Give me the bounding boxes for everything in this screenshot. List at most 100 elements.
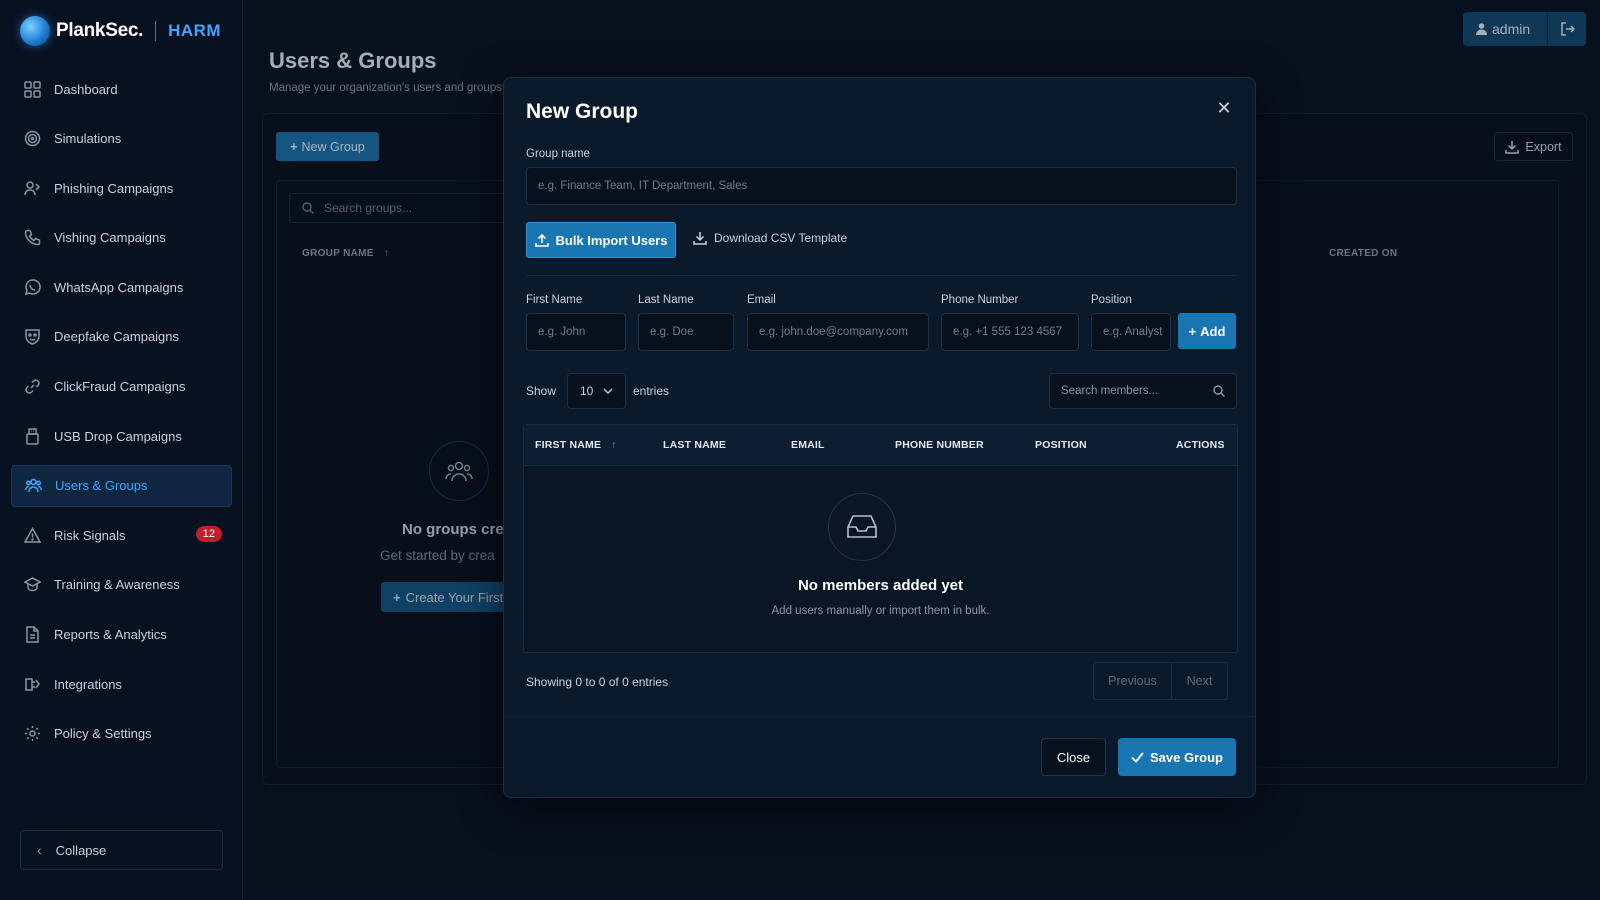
- bulk-import-label: Bulk Import Users: [555, 232, 668, 248]
- phone-number-field[interactable]: e.g. +1 555 123 4567: [941, 313, 1079, 351]
- sidebar-item-label: Vishing Campaigns: [54, 230, 166, 246]
- sidebar-item-label: Integrations: [54, 676, 122, 692]
- sidebar-item-users-groups[interactable]: Users & Groups: [11, 464, 232, 507]
- product-name: HARM: [168, 21, 222, 40]
- bulk-import-button[interactable]: Bulk Import Users: [526, 222, 676, 258]
- download-icon: [693, 231, 707, 245]
- sidebar-item-label: Reports & Analytics: [54, 627, 167, 643]
- first-name-field[interactable]: e.g. John: [526, 313, 626, 351]
- save-group-button[interactable]: Save Group: [1118, 738, 1236, 776]
- column-header-first-name[interactable]: FIRST NAME ↑: [535, 439, 617, 451]
- search-icon: [1213, 385, 1225, 397]
- plus-icon: +: [1188, 323, 1197, 339]
- sidebar-nav: Dashboard Simulations Phishing Campaigns…: [11, 68, 232, 762]
- page-size-select[interactable]: 10: [567, 373, 626, 409]
- link-icon: [23, 378, 41, 396]
- phishing-icon: [23, 179, 41, 197]
- sidebar-item-label: Dashboard: [54, 81, 118, 97]
- brand-logo[interactable]: PlankSec. HARM: [20, 15, 221, 47]
- add-member-button[interactable]: + Add: [1178, 313, 1236, 349]
- sidebar-item-label: WhatsApp Campaigns: [54, 279, 184, 295]
- email-field[interactable]: e.g. john.doe@company.com: [747, 313, 929, 351]
- dashboard-icon: [23, 80, 41, 98]
- inbox-icon: [828, 493, 896, 561]
- download-csv-label: Download CSV Template: [714, 231, 848, 245]
- integrations-icon: [23, 675, 41, 693]
- deepfake-icon: [23, 328, 41, 346]
- sidebar-item-label: Policy & Settings: [54, 726, 152, 742]
- sidebar-item-phishing[interactable]: Phishing Campaigns: [11, 167, 232, 209]
- usb-icon: [23, 427, 41, 445]
- sidebar-item-policy-settings[interactable]: Policy & Settings: [11, 713, 232, 755]
- phone-number-label: Phone Number: [941, 294, 1019, 306]
- sidebar-item-label: Risk Signals: [54, 527, 126, 543]
- members-table: FIRST NAME ↑ LAST NAME EMAIL PHONE NUMBER…: [523, 424, 1238, 653]
- page-size-value: 10: [580, 384, 594, 398]
- sidebar-item-label: Users & Groups: [55, 478, 148, 494]
- pagination-info: Showing 0 to 0 of 0 entries: [526, 675, 669, 689]
- add-label: Add: [1200, 323, 1226, 339]
- logo-icon: [20, 16, 50, 46]
- report-icon: [23, 626, 41, 644]
- download-csv-template-link[interactable]: Download CSV Template: [693, 231, 847, 245]
- users-icon: [24, 477, 42, 495]
- upload-icon: [534, 233, 549, 247]
- sidebar-item-label: Training & Awareness: [54, 577, 180, 593]
- column-header-phone-number[interactable]: PHONE NUMBER: [895, 439, 984, 451]
- close-icon[interactable]: ✕: [1214, 98, 1234, 118]
- collapse-sidebar-button[interactable]: ‹ Collapse: [20, 830, 223, 870]
- sidebar-item-whatsapp[interactable]: WhatsApp Campaigns: [11, 266, 232, 308]
- last-name-field[interactable]: e.g. Doe: [638, 313, 734, 351]
- sidebar-item-risk-signals[interactable]: Risk Signals 12: [11, 514, 232, 556]
- column-header-label: FIRST NAME: [535, 439, 602, 451]
- column-header-last-name[interactable]: LAST NAME: [663, 439, 726, 451]
- sidebar-item-deepfake[interactable]: Deepfake Campaigns: [11, 316, 232, 358]
- sidebar-item-clickfraud[interactable]: ClickFraud Campaigns: [11, 366, 232, 408]
- members-empty-subtitle: Add users manually or import them in bul…: [771, 605, 990, 617]
- close-button[interactable]: Close: [1041, 738, 1106, 776]
- collapse-label: Collapse: [55, 842, 107, 858]
- new-group-modal: New Group ✕ Group name e.g. Finance Team…: [503, 77, 1256, 798]
- column-header-actions: ACTIONS: [1176, 439, 1225, 451]
- section-divider: [526, 275, 1237, 276]
- pagination: Previous Next: [1093, 662, 1228, 700]
- sidebar-item-label: Deepfake Campaigns: [54, 329, 180, 345]
- position-field[interactable]: e.g. Analyst: [1091, 313, 1171, 351]
- chevron-down-icon: [603, 388, 613, 394]
- sidebar-item-dashboard[interactable]: Dashboard: [11, 68, 232, 110]
- sidebar-item-training[interactable]: Training & Awareness: [11, 564, 232, 606]
- chevron-left-icon: ‹: [37, 842, 42, 858]
- search-members-input[interactable]: Search members...: [1049, 373, 1237, 409]
- footer-divider: [504, 716, 1255, 717]
- check-icon: [1131, 751, 1144, 763]
- entries-label: entries: [633, 384, 670, 398]
- next-page-button[interactable]: Next: [1172, 663, 1227, 699]
- brand-name: PlankSec.: [56, 20, 144, 41]
- sidebar-item-usb-drop[interactable]: USB Drop Campaigns: [11, 415, 232, 457]
- sidebar-item-reports[interactable]: Reports & Analytics: [11, 614, 232, 656]
- last-name-label: Last Name: [638, 294, 694, 306]
- sidebar-item-label: USB Drop Campaigns: [54, 428, 182, 444]
- save-group-label: Save Group: [1150, 749, 1223, 765]
- brand-divider: [155, 21, 157, 41]
- column-header-position[interactable]: POSITION: [1035, 439, 1087, 451]
- position-label: Position: [1091, 294, 1132, 306]
- sidebar-item-vishing[interactable]: Vishing Campaigns: [11, 217, 232, 259]
- group-name-input[interactable]: e.g. Finance Team, IT Department, Sales: [526, 167, 1237, 205]
- sidebar-item-label: Phishing Campaigns: [54, 180, 174, 196]
- first-name-label: First Name: [526, 294, 583, 306]
- previous-page-button[interactable]: Previous: [1094, 663, 1172, 699]
- sidebar-item-simulations[interactable]: Simulations: [11, 118, 232, 160]
- sidebar-item-integrations[interactable]: Integrations: [11, 663, 232, 705]
- modal-title: New Group: [526, 100, 639, 123]
- members-empty-title: No members added yet: [797, 577, 964, 594]
- phone-icon: [23, 229, 41, 247]
- target-icon: [23, 130, 41, 148]
- show-label: Show: [526, 384, 557, 398]
- column-header-email[interactable]: EMAIL: [791, 439, 825, 451]
- sidebar-item-label: ClickFraud Campaigns: [54, 379, 186, 395]
- gear-icon: [23, 725, 41, 743]
- risk-count-badge: 12: [195, 526, 222, 543]
- search-members-placeholder: Search members...: [1061, 385, 1159, 397]
- email-label: Email: [747, 294, 776, 306]
